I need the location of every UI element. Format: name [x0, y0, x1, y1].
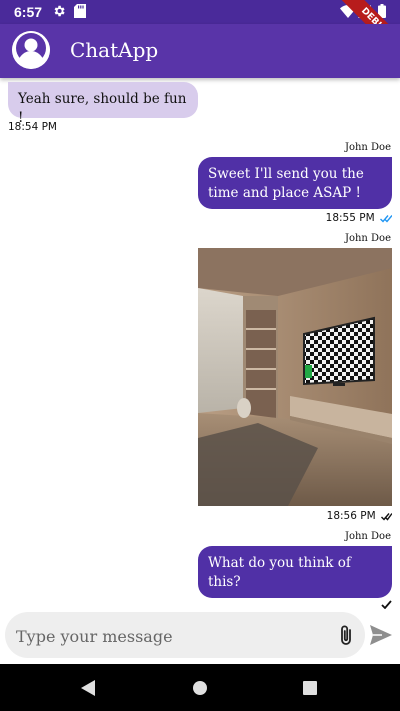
message-text: Sweet I'll send you the time and place A… [208, 166, 364, 201]
gear-icon [54, 5, 65, 17]
message-sender: John Doe [344, 233, 391, 244]
composer-pill [5, 612, 365, 660]
send-icon[interactable] [369, 624, 393, 646]
message-input[interactable] [14, 612, 318, 660]
chat-messages[interactable]: Yeah sure, should be fun ! 18:54 PM John… [0, 78, 400, 610]
recents-icon[interactable] [303, 681, 317, 695]
user-icon [12, 31, 50, 69]
app-bar: ChatApp [0, 24, 400, 78]
message-bubble-outgoing[interactable]: What do you think of this? [198, 546, 392, 598]
message-time: 18:54 PM [8, 121, 57, 133]
avatar[interactable] [12, 31, 50, 69]
status-bar: 6:57 DEBUG [0, 0, 400, 60]
check-icon [381, 512, 392, 521]
message-sender: John Doe [344, 531, 391, 542]
app-title: ChatApp [70, 38, 159, 62]
message-sender: John Doe [344, 142, 391, 153]
message-image[interactable] [198, 248, 392, 506]
message-bubble-incoming[interactable]: Yeah sure, should be fun ! [8, 82, 198, 126]
status-time: 6:57 [14, 4, 43, 20]
double-check-icon [380, 214, 392, 223]
message-text: What do you think of this? [208, 555, 351, 590]
back-icon[interactable] [81, 680, 95, 696]
sd-card-icon [74, 4, 86, 18]
message-bubble-outgoing[interactable]: Sweet I'll send you the time and place A… [198, 157, 392, 209]
home-icon[interactable] [193, 681, 207, 695]
system-nav-bar [0, 664, 400, 711]
message-time: 18:55 PM [326, 212, 392, 224]
composer [0, 610, 400, 664]
paperclip-icon[interactable] [335, 624, 357, 648]
check-icon [381, 599, 392, 609]
message-status [379, 598, 392, 610]
living-room-photo [198, 248, 392, 506]
message-time: 18:56 PM [327, 510, 392, 522]
